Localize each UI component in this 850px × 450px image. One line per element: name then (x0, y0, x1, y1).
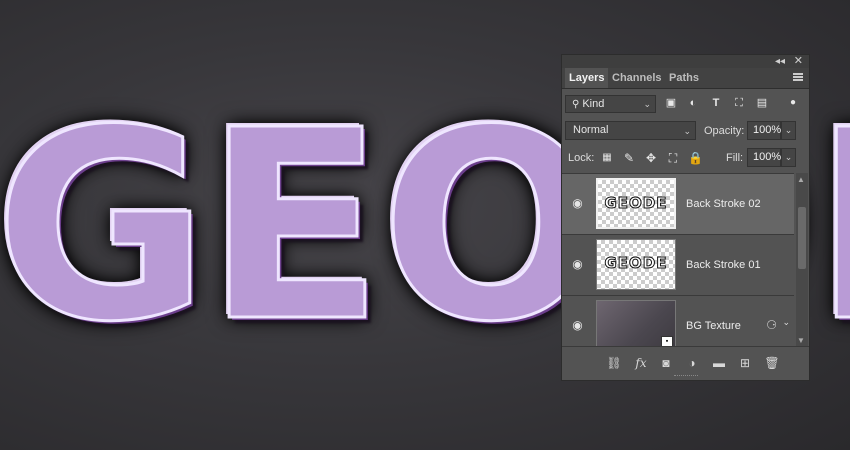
close-icon[interactable]: ✕ (794, 55, 803, 68)
mask-icon[interactable]: ◙ (658, 356, 674, 370)
layer-filter-row: ⚲ Kind ⌄ ▣ ◐ T ⛶ ▤ ● (565, 93, 806, 115)
panel-tabs: Layers Channels Paths (562, 68, 809, 89)
link-icon[interactable]: ⛓ (606, 356, 622, 370)
opacity-input[interactable]: 100% (747, 121, 781, 140)
visibility-eye-icon[interactable]: ◉ (571, 197, 584, 210)
filter-kind-select[interactable]: ⚲ Kind ⌄ (565, 95, 656, 113)
panel-title-bar[interactable]: ◂◂ ✕ (562, 55, 809, 68)
blend-row: Normal ⌄ Opacity: 100% ⌄ (565, 120, 806, 142)
layer-row-bg-texture[interactable]: ◉ ▪ BG Texture ⚆ ⌄ (562, 295, 794, 347)
lock-transparent-pixels-icon[interactable]: ▦ (600, 151, 614, 165)
layers-panel: ◂◂ ✕ Layers Channels Paths ⚲ Kind ⌄ ▣ ◐ T… (561, 54, 810, 381)
trash-icon[interactable]: 🗑 (764, 356, 780, 370)
chevron-down-icon: ⌄ (643, 99, 651, 109)
layer-name[interactable]: Back Stroke 02 (686, 198, 761, 210)
resize-grip[interactable] (674, 375, 698, 379)
layers-scrollbar[interactable]: ▲ ▼ (796, 173, 808, 347)
layer-name[interactable]: BG Texture (686, 320, 741, 332)
adjustment-filter-icon[interactable]: ◐ (686, 96, 700, 110)
lock-artboard-icon[interactable]: ⛶ (666, 151, 680, 165)
blend-mode-select[interactable]: Normal ⌄ (565, 121, 696, 140)
folder-icon[interactable]: ▬ (711, 356, 727, 370)
adjustment-icon[interactable]: ◑ (684, 356, 700, 370)
visibility-eye-icon[interactable]: ◉ (571, 258, 584, 271)
chevron-down-icon: ⌄ (683, 126, 691, 136)
layer-effects-icon[interactable]: ⚆ (766, 318, 777, 332)
scroll-down-icon[interactable]: ▼ (797, 336, 805, 345)
lock-row: Lock: ▦ ✎ ✥ ⛶ 🔒 Fill: 100% ⌄ (565, 147, 806, 169)
lock-image-pixels-icon[interactable]: ✎ (622, 151, 636, 165)
scroll-up-icon[interactable]: ▲ (797, 175, 805, 184)
thumbnail-text: GEODE (604, 254, 668, 273)
layer-thumbnail[interactable]: GEODE (596, 178, 676, 229)
new-layer-icon[interactable]: ⊞ (737, 356, 753, 370)
expand-effects-chevron-icon[interactable]: ⌄ (782, 317, 790, 328)
layer-row-back-stroke-02[interactable]: ◉ GEODE Back Stroke 02 (562, 173, 794, 234)
layer-thumbnail[interactable]: ▪ (596, 300, 676, 347)
visibility-eye-icon[interactable]: ◉ (571, 319, 584, 332)
opacity-label: Opacity: (704, 125, 745, 137)
lock-position-icon[interactable]: ✥ (644, 151, 658, 165)
type-filter-icon[interactable]: T (709, 96, 723, 110)
layers-list: ◉ GEODE Back Stroke 02 ◉ GEODE Back Stro… (562, 173, 794, 347)
layer-row-back-stroke-01[interactable]: ◉ GEODE Back Stroke 01 (562, 234, 794, 295)
scrollbar-thumb[interactable] (798, 207, 806, 269)
filter-kind-label: Kind (582, 98, 605, 110)
fill-dropdown-icon[interactable]: ⌄ (781, 148, 796, 167)
tab-channels[interactable]: Channels (612, 68, 662, 88)
lock-all-icon[interactable]: 🔒 (688, 151, 703, 165)
panel-footer: ⛓ fx ◙ ◑ ▬ ⊞ 🗑 (562, 346, 809, 380)
smart-object-filter-icon[interactable]: ▤ (755, 96, 769, 110)
search-icon: ⚲ (572, 99, 580, 110)
blend-mode-value: Normal (573, 124, 609, 136)
filter-toggle-icon[interactable]: ● (786, 96, 800, 110)
layer-name[interactable]: Back Stroke 01 (686, 259, 761, 271)
collapse-icon[interactable]: ◂◂ (775, 55, 785, 68)
fill-label: Fill: (726, 152, 744, 164)
panel-menu-icon[interactable] (793, 73, 803, 81)
thumbnail-text: GEODE (604, 194, 668, 213)
tab-paths[interactable]: Paths (669, 68, 699, 88)
opacity-dropdown-icon[interactable]: ⌄ (781, 121, 796, 140)
tab-layers[interactable]: Layers (565, 68, 609, 88)
layer-thumbnail[interactable]: GEODE (596, 239, 676, 290)
fill-input[interactable]: 100% (747, 148, 781, 167)
shape-filter-icon[interactable]: ⛶ (732, 96, 746, 110)
pixel-filter-icon[interactable]: ▣ (664, 96, 678, 110)
fx-icon[interactable]: fx (633, 356, 649, 370)
lock-label: Lock: (568, 152, 595, 164)
